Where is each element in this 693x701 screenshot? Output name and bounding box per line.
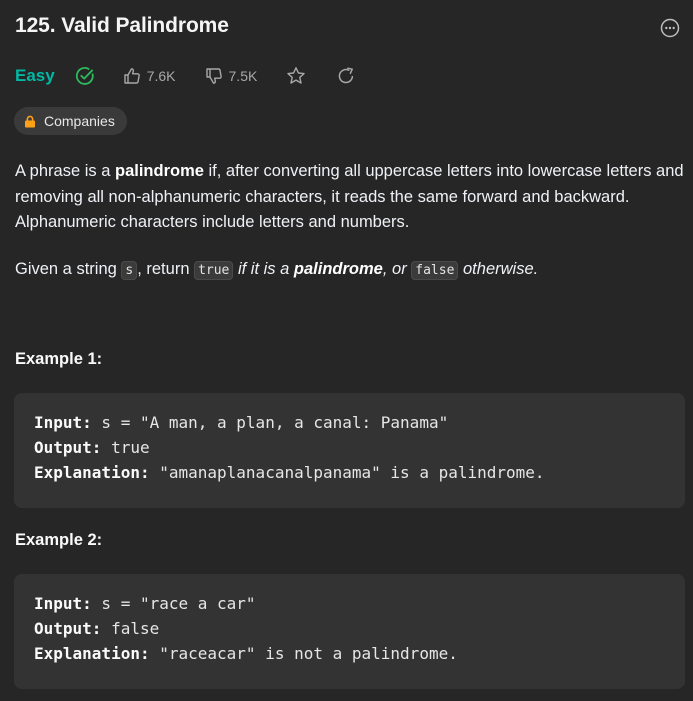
companies-label: Companies [44, 113, 115, 129]
output-label: Output: [34, 438, 102, 457]
like-count: 7.6K [146, 68, 176, 84]
explanation-value: "amanaplanacanalpanama" is a palindrome. [149, 463, 545, 482]
input-value: s = "A man, a plan, a canal: Panama" [91, 413, 449, 432]
output-value: false [101, 619, 160, 638]
companies-tag-button[interactable]: Companies [14, 107, 127, 135]
share-refresh-icon[interactable] [336, 66, 356, 86]
statement-paragraph-1: A phrase is a palindrome if, after conve… [15, 159, 690, 236]
statement-italic-text: if it is a [233, 260, 294, 278]
thumbs-down-icon [205, 68, 222, 84]
palindrome-term: palindrome [293, 260, 383, 278]
statement-text: Given a string [15, 260, 122, 278]
lock-icon [25, 115, 35, 127]
problem-title[interactable]: 125. Valid Palindrome [15, 14, 229, 38]
statement-paragraph-2: Given a string s, return true if it is a… [15, 256, 538, 284]
dislike-button[interactable]: 7.5K [205, 67, 258, 85]
explanation-value: "raceacar" is not a palindrome. [149, 644, 458, 663]
palindrome-term: palindrome [114, 162, 204, 180]
thumbs-up-icon [124, 68, 140, 84]
example-2-heading: Example 2: [15, 531, 103, 549]
favorite-star-icon[interactable] [286, 66, 306, 86]
more-options-icon[interactable] [660, 18, 680, 38]
output-value: true [101, 438, 150, 457]
statement-text: , return [137, 260, 195, 278]
inline-code-true: true [194, 261, 234, 280]
problem-statement: A phrase is a palindrome if, after conve… [15, 159, 690, 236]
example-1-block: Input: s = "A man, a plan, a canal: Pana… [14, 393, 685, 508]
input-label: Input: [34, 413, 92, 432]
like-button[interactable]: 7.6K [123, 67, 176, 85]
dislike-count: 7.5K [228, 68, 258, 84]
statement-italic-text: , or [382, 260, 412, 278]
input-value: s = "race a car" [91, 594, 256, 613]
explanation-label: Explanation: [34, 463, 150, 482]
problem-meta-bar: Easy 7.6K 7.5K [15, 64, 356, 88]
statement-text: A phrase is a [15, 162, 115, 180]
input-label: Input: [34, 594, 92, 613]
output-label: Output: [34, 619, 102, 638]
solved-check-icon [75, 66, 95, 86]
explanation-label: Explanation: [34, 644, 150, 663]
inline-code-s: s [121, 261, 138, 280]
example-1-heading: Example 1: [15, 350, 103, 368]
difficulty-badge: Easy [15, 66, 55, 85]
example-2-block: Input: s = "race a car" Output: false Ex… [14, 574, 685, 689]
inline-code-false: false [411, 261, 459, 280]
problem-description-panel: 125. Valid Palindrome Easy 7.6K 7.5K Com… [0, 0, 693, 701]
statement-italic-text: otherwise. [458, 260, 539, 278]
